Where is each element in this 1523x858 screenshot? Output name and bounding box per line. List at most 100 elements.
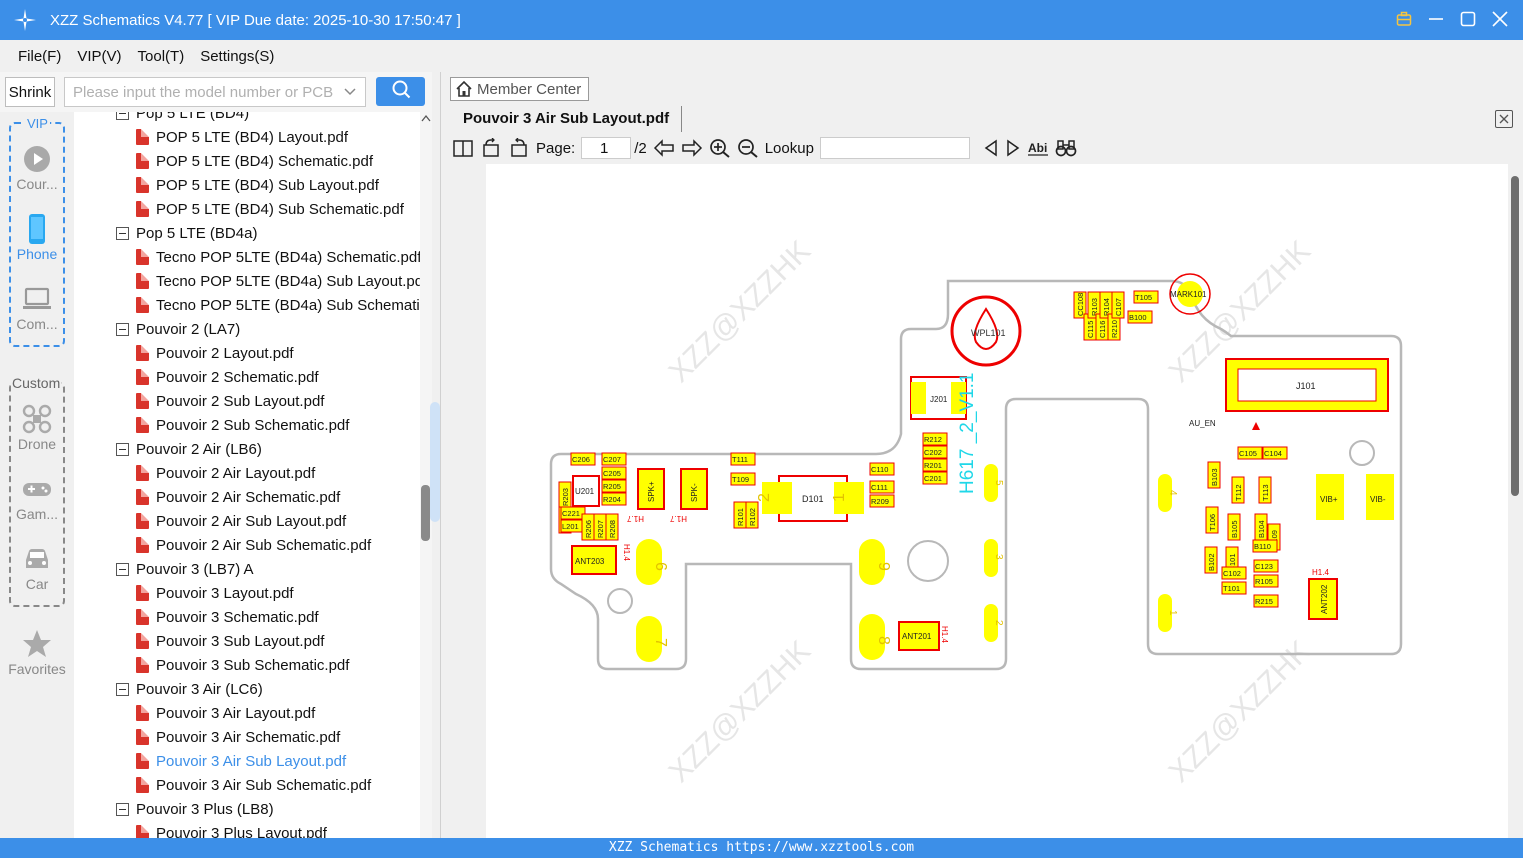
tree-file[interactable]: POP 5 LTE (BD4) Layout.pdf: [136, 125, 348, 149]
collapse-toggle-icon[interactable]: [116, 226, 129, 240]
document-tab[interactable]: Pouvoir 3 Air Sub Layout.pdf: [451, 106, 683, 132]
two-page-view-icon[interactable]: [452, 138, 474, 158]
tree-file[interactable]: Pouvoir 3 Layout.pdf: [136, 581, 294, 605]
menu-vip[interactable]: VIP(V): [77, 48, 121, 65]
tree-file[interactable]: Tecno POP 5LTE (BD4a) Schematic.pdf: [136, 245, 420, 269]
binoculars-icon[interactable]: [1055, 139, 1077, 157]
tree-file[interactable]: Pouvoir 2 Layout.pdf: [136, 341, 294, 365]
tree-file[interactable]: Tecno POP 5LTE (BD4a) Sub Schematic: [136, 293, 420, 317]
sidebar-item-courses[interactable]: Cour...: [0, 144, 74, 192]
menu-settings[interactable]: Settings(S): [200, 48, 274, 65]
tree-item-label: Pouvoir 3 Plus Layout.pdf: [156, 824, 327, 839]
tree-file[interactable]: Pouvoir 3 Sub Layout.pdf: [136, 629, 324, 653]
tree-file[interactable]: Pouvoir 3 Air Sub Schematic.pdf: [136, 773, 371, 797]
tree-file[interactable]: Pouvoir 2 Schematic.pdf: [136, 365, 319, 389]
collapse-toggle-icon[interactable]: [116, 442, 129, 456]
rotate-right-icon[interactable]: [508, 138, 530, 158]
sidebar-item-favorites[interactable]: Favorites: [0, 629, 74, 677]
search-button[interactable]: [376, 77, 425, 106]
pdf-canvas[interactable]: XZZ@XZZHK XZZ@XZZHK XZZ@XZZHK XZZ@XZZHK …: [486, 164, 1508, 838]
pdf-scrollbar[interactable]: [1509, 164, 1521, 838]
svg-text:R215: R215: [1255, 597, 1273, 606]
vip-briefcase-icon[interactable]: [1395, 8, 1413, 30]
tree-folder[interactable]: Pouvoir 3 Air (LC6): [116, 677, 263, 701]
component-c202: C202: [922, 445, 948, 459]
tree-file[interactable]: Pouvoir 2 Sub Layout.pdf: [136, 389, 324, 413]
panel-splitter[interactable]: [430, 72, 440, 838]
svg-text:R203: R203: [561, 488, 570, 506]
zoom-out-icon[interactable]: [737, 138, 759, 158]
tree-folder[interactable]: Pouvoir 3 (LB7) A: [116, 557, 254, 581]
menu-file[interactable]: File(F): [18, 48, 61, 65]
j101-label: J101: [1296, 381, 1316, 391]
search-placeholder: Please input the model number or PCB: [73, 83, 334, 101]
next-page-icon[interactable]: [681, 138, 703, 158]
tree-file[interactable]: POP 5 LTE (BD4) Sub Schematic.pdf: [136, 197, 404, 221]
find-next-icon[interactable]: [1005, 139, 1021, 157]
tree-file[interactable]: POP 5 LTE (BD4) Sub Layout.pdf: [136, 173, 379, 197]
sidebar-item-game[interactable]: Gam...: [0, 474, 74, 522]
tree-file[interactable]: Pouvoir 3 Sub Schematic.pdf: [136, 653, 349, 677]
collapse-toggle-icon[interactable]: [116, 112, 129, 120]
maximize-icon[interactable]: [1459, 8, 1477, 30]
tree-folder[interactable]: Pouvoir 3 Plus (LB8): [116, 797, 274, 821]
tree-file[interactable]: Pouvoir 2 Sub Schematic.pdf: [136, 413, 349, 437]
sidebar-item-car[interactable]: Car: [0, 544, 74, 592]
sidebar-item-label: Phone: [16, 246, 58, 262]
tree-file[interactable]: Pouvoir 2 Air Sub Layout.pdf: [136, 509, 346, 533]
collapse-toggle-icon[interactable]: [116, 322, 129, 336]
tree-file[interactable]: Pouvoir 2 Air Layout.pdf: [136, 461, 315, 485]
find-prev-icon[interactable]: [983, 139, 999, 157]
tree-item-label: Pouvoir 2 (LA7): [136, 320, 241, 338]
tree-file[interactable]: Pouvoir 2 Air Sub Schematic.pdf: [136, 533, 371, 557]
tree-folder[interactable]: Pop 5 LTE (BD4): [116, 112, 249, 125]
tree-file[interactable]: Pouvoir 3 Air Schematic.pdf: [136, 725, 340, 749]
tree-file[interactable]: Pouvoir 3 Schematic.pdf: [136, 605, 319, 629]
tree-item-label: Pouvoir 2 Air Sub Layout.pdf: [156, 512, 347, 530]
scroll-up-icon[interactable]: [421, 114, 431, 125]
au-en-label: AU_EN: [1189, 419, 1216, 428]
tree-file[interactable]: Pouvoir 3 Air Sub Layout.pdf: [136, 749, 346, 773]
menu-tool[interactable]: Tool(T): [138, 48, 185, 65]
tree-scrollbar-thumb[interactable]: [421, 485, 430, 541]
component-c105: C105: [1237, 446, 1263, 460]
collapse-panel-handle[interactable]: [430, 402, 440, 522]
tree-folder[interactable]: Pouvoir 2 (LA7): [116, 317, 240, 341]
component-t112: T112: [1231, 476, 1245, 504]
collapse-toggle-icon[interactable]: [116, 562, 129, 576]
tree-file[interactable]: Pouvoir 3 Plus Layout.pdf: [136, 821, 327, 838]
component-r207: R207: [593, 513, 607, 541]
tree-file[interactable]: Pouvoir 2 Air Schematic.pdf: [136, 485, 340, 509]
member-center-button[interactable]: Member Center: [450, 77, 589, 101]
tree-file[interactable]: Tecno POP 5LTE (BD4a) Sub Layout.pdf: [136, 269, 420, 293]
pdf-scrollbar-thumb[interactable]: [1511, 176, 1519, 496]
tree-file[interactable]: Pouvoir 3 Air Layout.pdf: [136, 701, 315, 725]
lookup-input[interactable]: [819, 137, 970, 159]
chevron-down-icon[interactable]: [343, 84, 357, 101]
prev-page-icon[interactable]: [653, 138, 675, 158]
page-number-input[interactable]: 1: [581, 137, 632, 159]
zoom-in-icon[interactable]: [709, 138, 731, 158]
component-b103: B103: [1207, 461, 1221, 489]
collapse-toggle-icon[interactable]: [116, 802, 129, 816]
close-icon[interactable]: [1491, 8, 1509, 30]
rotate-left-icon[interactable]: [480, 138, 502, 158]
pdf-file-icon: [136, 369, 149, 385]
tree-folder[interactable]: Pop 5 LTE (BD4a): [116, 221, 257, 245]
shrink-button[interactable]: Shrink: [5, 77, 55, 107]
mounting-hole: [1349, 440, 1375, 466]
collapse-toggle-icon[interactable]: [116, 682, 129, 696]
model-search-input[interactable]: Please input the model number or PCB: [64, 77, 366, 107]
minimize-icon[interactable]: [1427, 8, 1445, 30]
close-document-icon[interactable]: [1495, 110, 1513, 128]
tree-item-label: Tecno POP 5LTE (BD4a) Schematic.pdf: [156, 248, 420, 266]
sidebar-item-computer[interactable]: Com...: [0, 284, 74, 332]
match-text-icon[interactable]: Abi: [1027, 139, 1049, 157]
tree-file[interactable]: POP 5 LTE (BD4) Schematic.pdf: [136, 149, 373, 173]
tree-item-label: Pouvoir 2 Sub Schematic.pdf: [156, 416, 350, 434]
tree-folder[interactable]: Pouvoir 2 Air (LB6): [116, 437, 262, 461]
sidebar-item-label: Drone: [17, 436, 57, 452]
vib-plus-label: VIB+: [1320, 495, 1338, 504]
sidebar-item-drone[interactable]: Drone: [0, 404, 74, 452]
sidebar-item-phone[interactable]: Phone: [0, 214, 74, 262]
